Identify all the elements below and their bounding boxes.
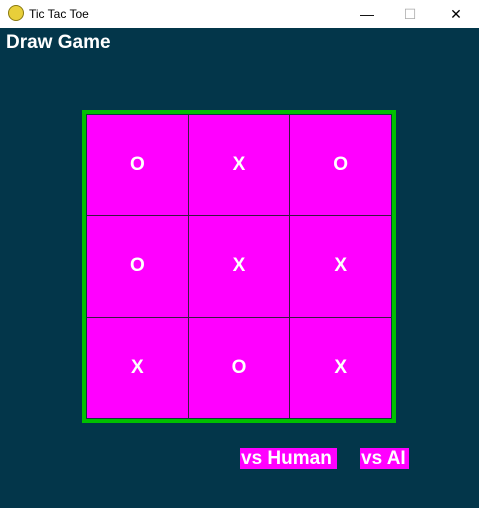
cell-0-1[interactable]: X: [188, 115, 290, 216]
minimize-button[interactable]: —: [344, 0, 390, 28]
cell-1-2[interactable]: X: [290, 216, 391, 317]
cell-2-0[interactable]: X: [87, 317, 188, 418]
maximize-button[interactable]: ☐: [387, 0, 433, 28]
cell-0-0[interactable]: O: [87, 115, 188, 216]
window-title: Tic Tac Toe: [29, 7, 89, 21]
vs-ai-button[interactable]: vs AI: [360, 448, 409, 469]
vs-human-button[interactable]: vs Human: [240, 448, 337, 469]
cell-1-0[interactable]: O: [87, 216, 188, 317]
cell-2-2[interactable]: X: [290, 317, 391, 418]
title-bar: Tic Tac Toe — ☐ ✕: [0, 0, 479, 28]
game-status: Draw Game: [6, 32, 111, 53]
cell-0-2[interactable]: O: [290, 115, 391, 216]
cell-2-1[interactable]: O: [188, 317, 290, 418]
cell-1-1[interactable]: X: [188, 216, 290, 317]
pygame-snake-icon: [8, 5, 24, 21]
game-board: O X O O X X X O X: [82, 110, 396, 423]
close-button[interactable]: ✕: [433, 0, 479, 28]
